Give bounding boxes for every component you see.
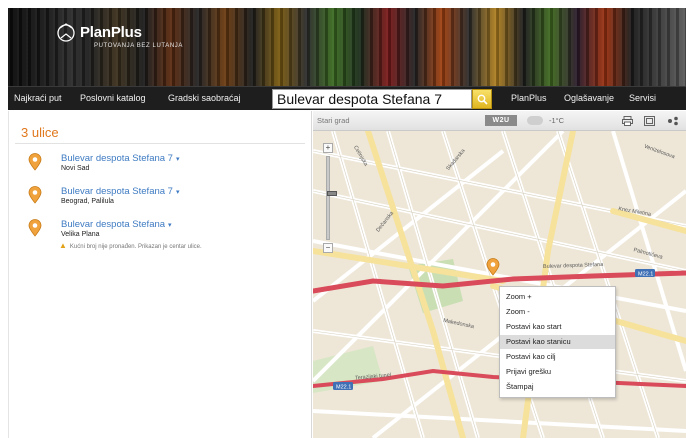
zoom-out-button[interactable]: −: [323, 243, 333, 253]
result-warning: ▲ Kućni broj nije pronađen. Prikazan je c…: [59, 241, 202, 250]
nav-link-servisi[interactable]: Servisi: [629, 93, 656, 103]
zoom-slider-track[interactable]: [326, 156, 337, 240]
caret-down-icon[interactable]: ▾: [168, 222, 172, 229]
result-place: Velika Plana: [61, 231, 100, 238]
menu-item-set-stop[interactable]: Postavi kao stanicu: [500, 335, 615, 349]
menu-item-set-start[interactable]: Postavi kao start: [500, 320, 615, 334]
result-name-text: Bulevar despota Stefana 7: [61, 186, 173, 197]
route-badge-1: M22.1: [638, 272, 653, 278]
header-banner: PlanPlus PUTOVANJA BEZ LUTANJA: [8, 8, 686, 86]
print-icon[interactable]: [622, 116, 633, 126]
location-pin-icon: [28, 153, 42, 171]
location-pin-icon: [28, 219, 42, 237]
result-name[interactable]: Bulevar despota Stefana ▾: [61, 219, 172, 230]
nav-bar: Najkraći put Poslovni katalog Gradski sa…: [8, 86, 686, 110]
route-badge-2: M22.1: [336, 385, 351, 391]
share-icon[interactable]: [667, 116, 679, 126]
logo-mark-icon: [57, 23, 75, 42]
fullscreen-icon[interactable]: [644, 116, 655, 126]
nav-link-najkraci-put[interactable]: Najkraći put: [14, 93, 62, 103]
result-warning-text: Kućni broj nije pronađen. Prikazan je ce…: [69, 244, 202, 250]
menu-item-zoom-out[interactable]: Zoom -: [500, 305, 615, 319]
result-place: Novi Sad: [61, 165, 90, 172]
map-context-menu: Zoom + Zoom - Postavi kao start Postavi …: [499, 286, 616, 398]
planplus-logo[interactable]: PlanPlus PUTOVANJA BEZ LUTANJA: [57, 23, 183, 49]
nav-link-gradski-saobracaj[interactable]: Gradski saobraćaj: [168, 93, 241, 103]
menu-item-set-destination[interactable]: Postavi kao cilj: [500, 350, 615, 364]
result-name-text: Bulevar despota Stefana: [61, 219, 166, 230]
warning-icon: ▲: [59, 241, 67, 250]
map-location-pin-icon[interactable]: [486, 258, 500, 276]
result-name[interactable]: Bulevar despota Stefana 7 ▾: [61, 186, 179, 197]
nav-link-poslovni-katalog[interactable]: Poslovni katalog: [80, 93, 146, 103]
weather-logo: W2U: [485, 115, 517, 126]
result-name[interactable]: Bulevar despota Stefana 7 ▾: [61, 153, 179, 164]
search-input[interactable]: Bulevar despota Stefana 7: [272, 89, 472, 109]
zoom-control[interactable]: + −: [323, 143, 337, 255]
results-panel: 3 ulice Bulevar despota Stefana 7 ▾ Novi …: [8, 111, 312, 438]
map-toolbar: Stari grad W2U -1°C: [313, 111, 686, 131]
divider: [15, 143, 305, 144]
menu-item-print[interactable]: Štampaj: [500, 380, 615, 394]
nav-link-planplus[interactable]: PlanPlus: [511, 93, 547, 103]
results-count-title: 3 ulice: [21, 125, 59, 140]
search-icon: [477, 94, 488, 105]
caret-down-icon[interactable]: ▾: [176, 156, 180, 163]
logo-name: PlanPlus: [80, 24, 142, 41]
logo-tagline: PUTOVANJA BEZ LUTANJA: [94, 43, 183, 49]
nav-link-oglasavanje[interactable]: Oglašavanje: [564, 93, 614, 103]
zoom-slider-thumb[interactable]: [327, 191, 337, 196]
caret-down-icon[interactable]: ▾: [176, 189, 180, 196]
menu-item-zoom-in[interactable]: Zoom +: [500, 290, 615, 304]
map-canvas[interactable]: M22.1 M22.1 Cetinjska Skadarska Knez Mil…: [313, 131, 686, 438]
temperature: -1°C: [549, 116, 565, 125]
zoom-in-button[interactable]: +: [323, 143, 333, 153]
search-button[interactable]: [472, 89, 492, 109]
cloud-icon: [527, 116, 543, 125]
result-place: Beograd, Palilula: [61, 198, 114, 205]
menu-item-report-error[interactable]: Prijavi grešku: [500, 365, 615, 379]
district-label: Stari grad: [317, 116, 350, 125]
location-pin-icon: [28, 186, 42, 204]
result-name-text: Bulevar despota Stefana 7: [61, 153, 173, 164]
